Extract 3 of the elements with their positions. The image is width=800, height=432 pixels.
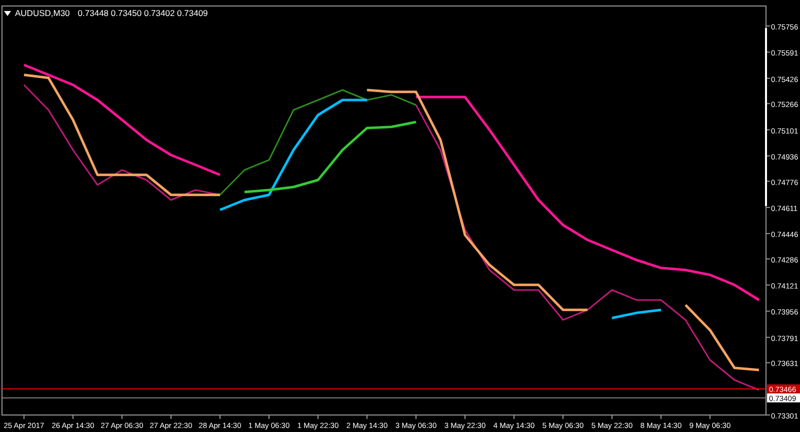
dropdown-arrow-icon[interactable]	[4, 10, 11, 16]
price-readout: 0.73448 0.73450 0.73402 0.73409	[78, 8, 208, 18]
symbol-label: AUDUSD,M30	[15, 8, 70, 18]
